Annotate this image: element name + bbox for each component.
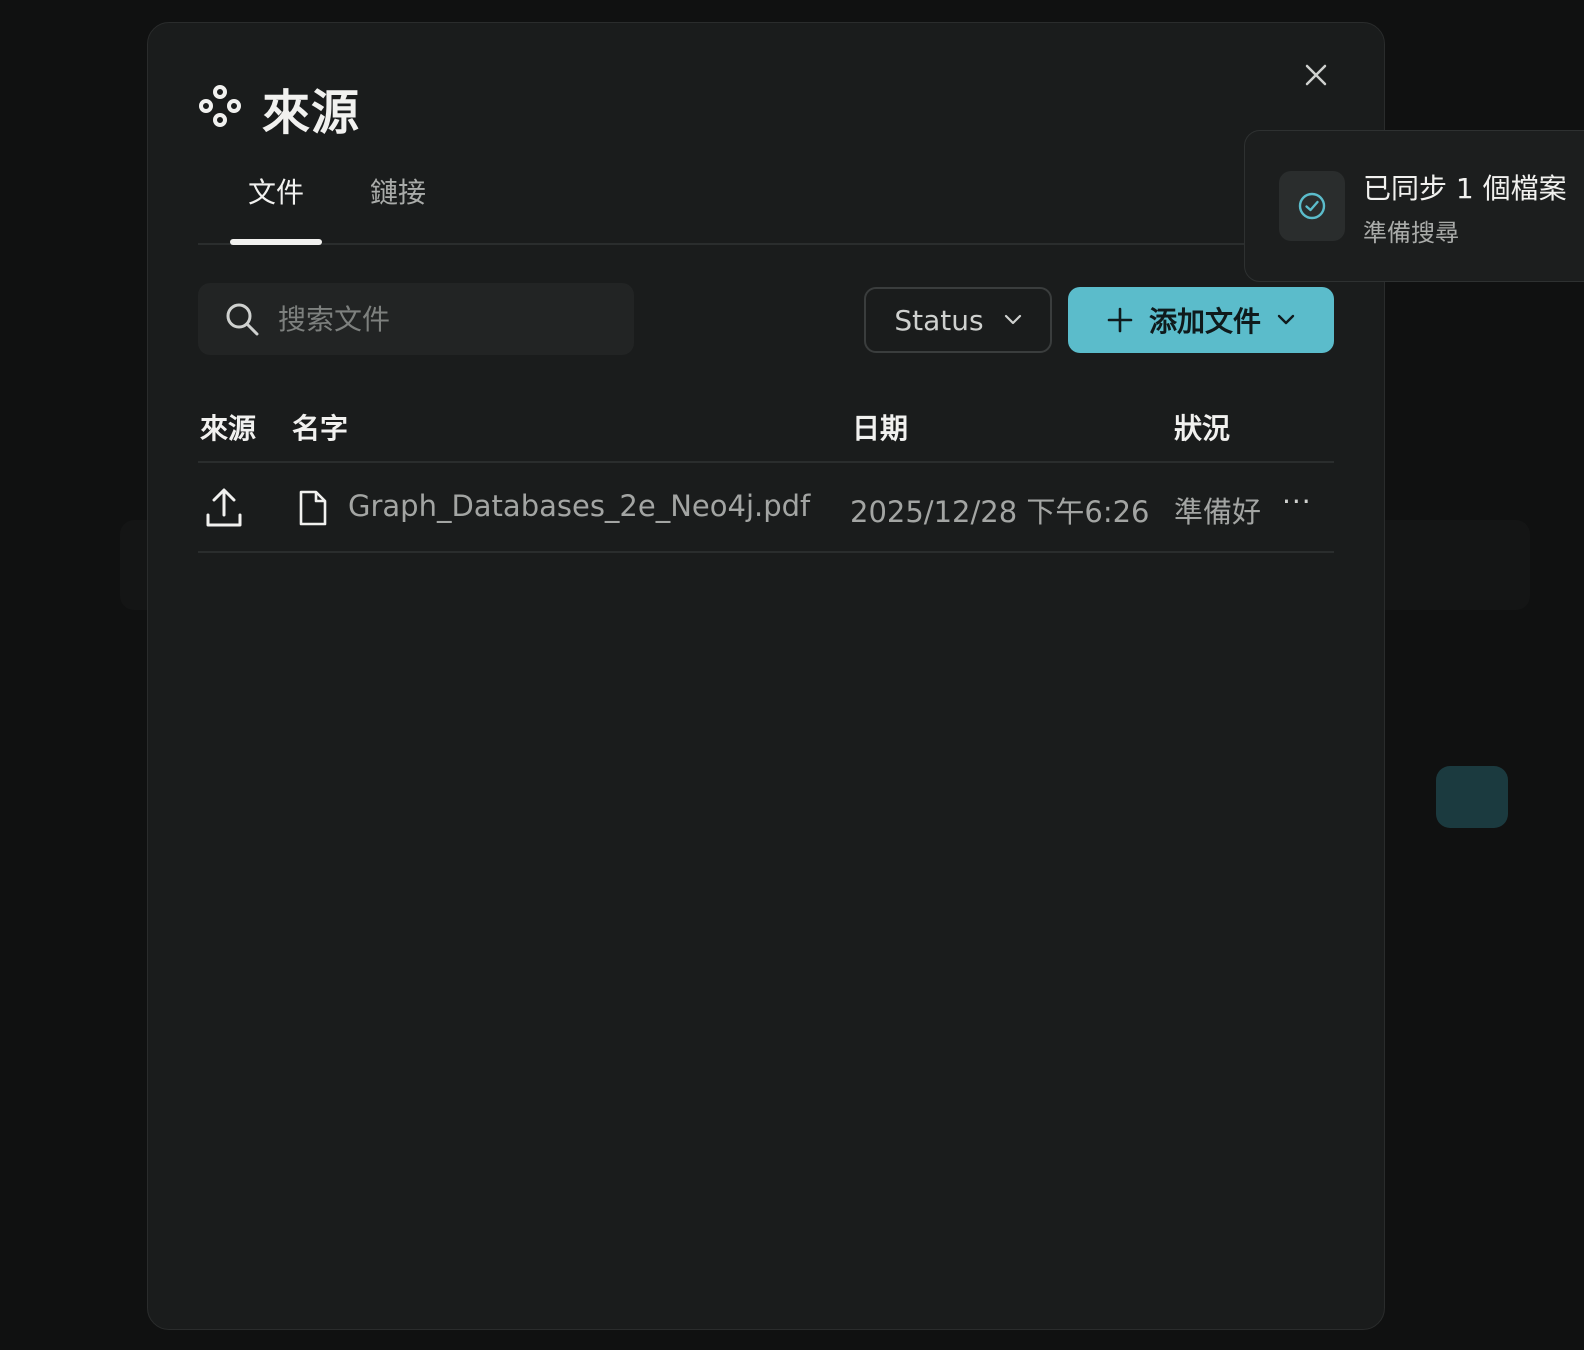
column-header-name: 名字 bbox=[292, 412, 349, 445]
plus-icon bbox=[1107, 307, 1133, 333]
check-circle-icon bbox=[1298, 192, 1326, 220]
add-file-label: 添加文件 bbox=[1148, 305, 1261, 338]
file-date: 2025/12/28 下午6:26 bbox=[850, 495, 1150, 529]
column-header-date: 日期 bbox=[852, 412, 909, 445]
search-input[interactable] bbox=[278, 302, 598, 336]
table-header: 來源 名字 日期 狀況 bbox=[198, 383, 1334, 463]
close-button[interactable] bbox=[1300, 59, 1332, 91]
row-more-menu-icon[interactable]: ··· bbox=[1282, 485, 1312, 518]
column-header-status: 狀況 bbox=[1174, 412, 1231, 445]
toast-title: 已同步 1 個檔案 bbox=[1363, 172, 1567, 205]
add-file-button[interactable]: 添加文件 bbox=[1068, 287, 1334, 353]
tab-links[interactable]: 鏈接 bbox=[370, 171, 426, 211]
tab-bar: 文件 鏈接 bbox=[198, 163, 1334, 245]
active-tab-indicator bbox=[230, 239, 322, 245]
status-filter-dropdown[interactable]: Status bbox=[864, 287, 1052, 353]
toast-icon-box bbox=[1279, 171, 1345, 241]
upload-icon bbox=[204, 487, 244, 533]
page-title: 來源 bbox=[262, 85, 361, 141]
status-filter-label: Status bbox=[894, 303, 984, 337]
files-table: 來源 名字 日期 狀況 Graph_Databases_2e_Neo4j.pdf… bbox=[198, 383, 1334, 553]
file-status: 準備好 bbox=[1174, 495, 1262, 529]
sources-dialog: 來源 文件 鏈接 Status 添加文件 來源 bbox=[147, 22, 1385, 1330]
search-icon bbox=[226, 303, 259, 336]
table-row[interactable]: Graph_Databases_2e_Neo4j.pdf 2025/12/28 … bbox=[198, 463, 1334, 553]
file-name[interactable]: Graph_Databases_2e_Neo4j.pdf bbox=[348, 489, 810, 523]
file-icon bbox=[298, 489, 328, 531]
chevron-down-icon bbox=[1004, 314, 1021, 325]
chevron-down-icon bbox=[1277, 314, 1295, 325]
sources-icon bbox=[198, 84, 242, 132]
close-icon bbox=[1305, 64, 1327, 86]
search-box[interactable] bbox=[198, 283, 634, 355]
tab-documents[interactable]: 文件 bbox=[248, 171, 304, 211]
toast-subtitle: 準備搜尋 bbox=[1363, 219, 1459, 247]
column-header-source: 來源 bbox=[200, 412, 257, 445]
sync-toast: 已同步 1 個檔案 準備搜尋 bbox=[1244, 130, 1584, 282]
dialog-header: 來源 bbox=[198, 73, 360, 143]
background-button bbox=[1436, 766, 1508, 828]
